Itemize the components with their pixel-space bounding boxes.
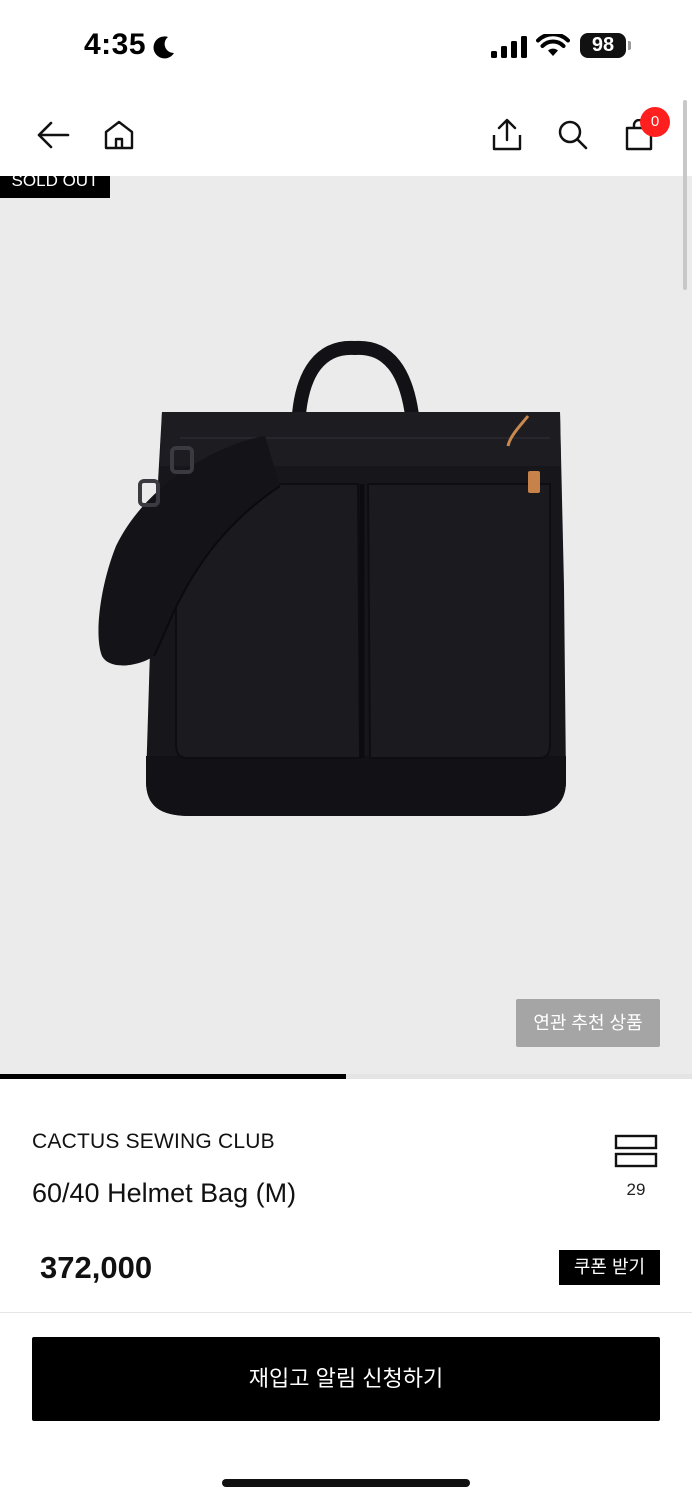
like-count: 29 bbox=[626, 1180, 646, 1199]
home-button[interactable] bbox=[97, 113, 141, 157]
battery-indicator: 98 bbox=[580, 33, 626, 58]
cart-count-badge: 0 bbox=[640, 107, 670, 137]
sold-out-badge: SOLD OUT bbox=[0, 176, 110, 198]
share-button[interactable] bbox=[485, 113, 529, 157]
search-icon bbox=[558, 120, 588, 150]
signal-icon bbox=[491, 36, 527, 58]
gallery-progress-fill bbox=[0, 1074, 346, 1079]
product-image-gallery[interactable]: SOLD OUT 연관 추천 상품 bbox=[0, 176, 692, 1074]
product-name: 60/40 Helmet Bag (M) bbox=[32, 1178, 297, 1208]
product-price: 372,000 bbox=[40, 1250, 153, 1285]
related-products-button[interactable]: 연관 추천 상품 bbox=[516, 999, 660, 1047]
moon-icon bbox=[153, 36, 174, 59]
top-nav-bar bbox=[0, 94, 692, 176]
share-icon bbox=[492, 118, 522, 151]
battery-cap bbox=[628, 41, 631, 50]
back-arrow-icon bbox=[37, 121, 70, 149]
status-bar: 4:35 98 bbox=[0, 0, 692, 94]
page-scrollbar[interactable] bbox=[683, 100, 687, 290]
section-divider bbox=[0, 1312, 692, 1313]
back-button[interactable] bbox=[31, 113, 75, 157]
home-icon bbox=[104, 120, 134, 150]
restock-notification-button[interactable]: 재입고 알림 신청하기 bbox=[32, 1337, 660, 1421]
brand-name[interactable]: CACTUS SEWING CLUB bbox=[32, 1130, 275, 1154]
product-detail-page: 4:35 98 0 SOLD OUT 연관 추천 상품 CACTUS SEWIN… bbox=[0, 0, 692, 1500]
product-image-helmet-bag bbox=[98, 340, 566, 816]
wifi-icon bbox=[536, 34, 570, 56]
status-time: 4:35 bbox=[84, 28, 147, 61]
coupon-button[interactable]: 쿠폰 받기 bbox=[559, 1250, 660, 1285]
gallery-progress-track bbox=[0, 1074, 692, 1079]
search-button[interactable] bbox=[551, 113, 595, 157]
home-indicator[interactable] bbox=[222, 1479, 470, 1487]
list-view-icon[interactable] bbox=[614, 1134, 658, 1168]
